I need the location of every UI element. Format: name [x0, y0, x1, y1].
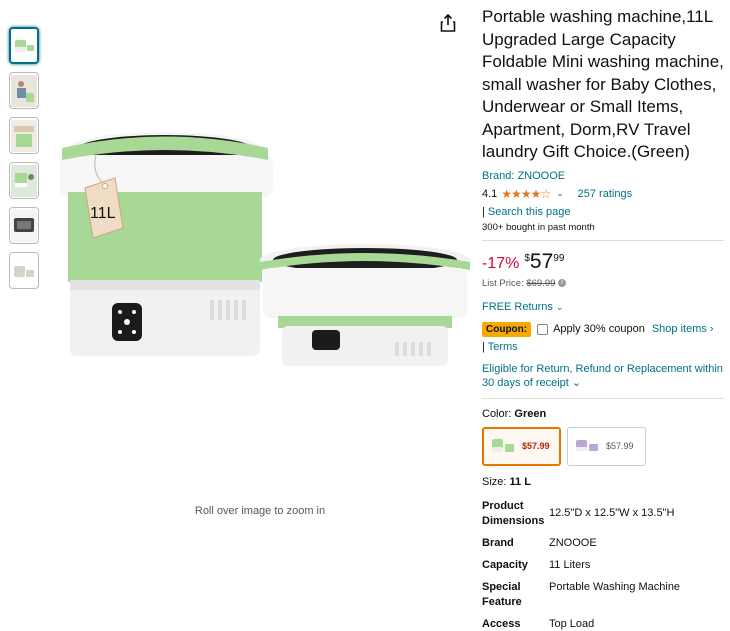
- product-title: Portable washing machine,11L Upgraded La…: [482, 7, 724, 161]
- spec-key: Access: [482, 617, 521, 630]
- ratings-count-link[interactable]: 257 ratings: [578, 188, 632, 200]
- spec-key: Capacity: [482, 558, 528, 571]
- thumbnail-lifestyle-1[interactable]: [9, 72, 39, 109]
- spec-row: Product Dimensions 12.5"D x 12.5"W x 13.…: [482, 499, 724, 529]
- product-details: Portable washing machine,11L Upgraded La…: [482, 6, 724, 631]
- swatch-green[interactable]: $57.99: [482, 426, 561, 466]
- spec-row: Special Feature Portable Washing Machine: [482, 580, 724, 610]
- terms-row: | Terms: [482, 341, 724, 353]
- spec-key: Brand: [482, 536, 514, 549]
- spec-value: ZNOOOE: [549, 536, 597, 549]
- chevron-down-icon[interactable]: ⌄: [556, 188, 564, 199]
- spec-value: Top Load: [549, 617, 595, 630]
- free-returns-label: FREE Returns: [482, 300, 553, 313]
- spec-row: Brand ZNOOOE: [482, 536, 724, 551]
- spec-value: 12.5"D x 12.5"W x 13.5"H: [549, 506, 675, 519]
- swatch-purple-image: [576, 440, 598, 451]
- swatch-green-image: [492, 439, 514, 452]
- divider: [482, 239, 724, 241]
- thumbnail-lifestyle-3[interactable]: [9, 162, 39, 199]
- size-label-text: Size:: [482, 475, 507, 488]
- brand-link[interactable]: Brand: ZNOOOE: [482, 170, 724, 182]
- share-icon[interactable]: [440, 13, 456, 32]
- price-whole: 57: [529, 249, 554, 273]
- spec-row: Capacity 11 Liters: [482, 558, 724, 573]
- thumbnail-product-main[interactable]: [9, 27, 39, 64]
- star-rating-icon[interactable]: ★★★★☆: [501, 187, 551, 201]
- chevron-down-icon: ⌄: [555, 301, 564, 312]
- return-eligibility-link[interactable]: Eligible for Return, Refund or Replaceme…: [482, 362, 724, 391]
- thumbnail-product-white[interactable]: [9, 252, 39, 289]
- separator: |: [482, 205, 485, 218]
- price-fraction: 99: [553, 252, 565, 264]
- list-price-label: List Price:: [482, 277, 524, 289]
- terms-link[interactable]: Terms: [488, 341, 518, 353]
- color-label-text: Color:: [482, 407, 512, 420]
- spec-key: Special Feature: [482, 580, 522, 608]
- free-returns-link[interactable]: FREE Returns ⌄: [482, 301, 724, 313]
- rating-row: 4.1 ★★★★☆ ⌄ 257 ratings: [482, 187, 724, 201]
- size-selected-value: 11 L: [509, 475, 531, 488]
- coupon-badge: Coupon:: [482, 321, 532, 337]
- color-swatches: $57.99 $57.99: [482, 426, 724, 466]
- divider: [482, 397, 724, 399]
- spec-key: Product Dimensions: [482, 499, 545, 527]
- shop-items-link[interactable]: Shop items ›: [652, 323, 714, 335]
- tag-label: 11L: [90, 205, 116, 222]
- swatch-price: $57.99: [606, 441, 634, 451]
- thumbnail-lifestyle-2[interactable]: [9, 117, 39, 154]
- rating-value: 4.1: [482, 187, 498, 200]
- main-product-image[interactable]: 11L: [57, 120, 480, 380]
- coupon-text[interactable]: Apply 30% coupon: [553, 323, 645, 335]
- bought-in-past-month: 300+ bought in past month: [482, 221, 595, 233]
- spec-value: Portable Washing Machine: [549, 580, 681, 593]
- list-price-value: $69.99: [526, 277, 556, 289]
- spec-row: Access Top Load: [482, 617, 724, 631]
- list-price: List Price: $69.99 i: [482, 278, 724, 289]
- discount-percent: -17%: [482, 254, 520, 272]
- swatch-price: $57.99: [522, 441, 550, 451]
- price-row: -17% $ 57 99: [482, 249, 724, 273]
- spec-value: 11 Liters: [549, 558, 591, 571]
- swatch-purple[interactable]: $57.99: [567, 426, 646, 466]
- thumbnail-strip: [9, 27, 41, 297]
- info-icon[interactable]: i: [558, 278, 567, 287]
- search-page-link[interactable]: Search this page: [488, 206, 571, 218]
- zoom-hint: Roll over image to zoom in: [194, 505, 326, 517]
- separator: |: [482, 340, 485, 353]
- spec-table: Product Dimensions 12.5"D x 12.5"W x 13.…: [482, 499, 724, 631]
- size-label: Size: 11 L: [482, 476, 724, 488]
- color-label: Color: Green: [482, 408, 724, 420]
- color-selected-value: Green: [514, 407, 547, 420]
- coupon-row: Coupon: Apply 30% coupon Shop items ›: [482, 321, 724, 337]
- search-page-row: | Search this page: [482, 206, 724, 218]
- thumbnail-lifestyle-4[interactable]: [9, 207, 39, 244]
- coupon-checkbox[interactable]: [537, 323, 549, 335]
